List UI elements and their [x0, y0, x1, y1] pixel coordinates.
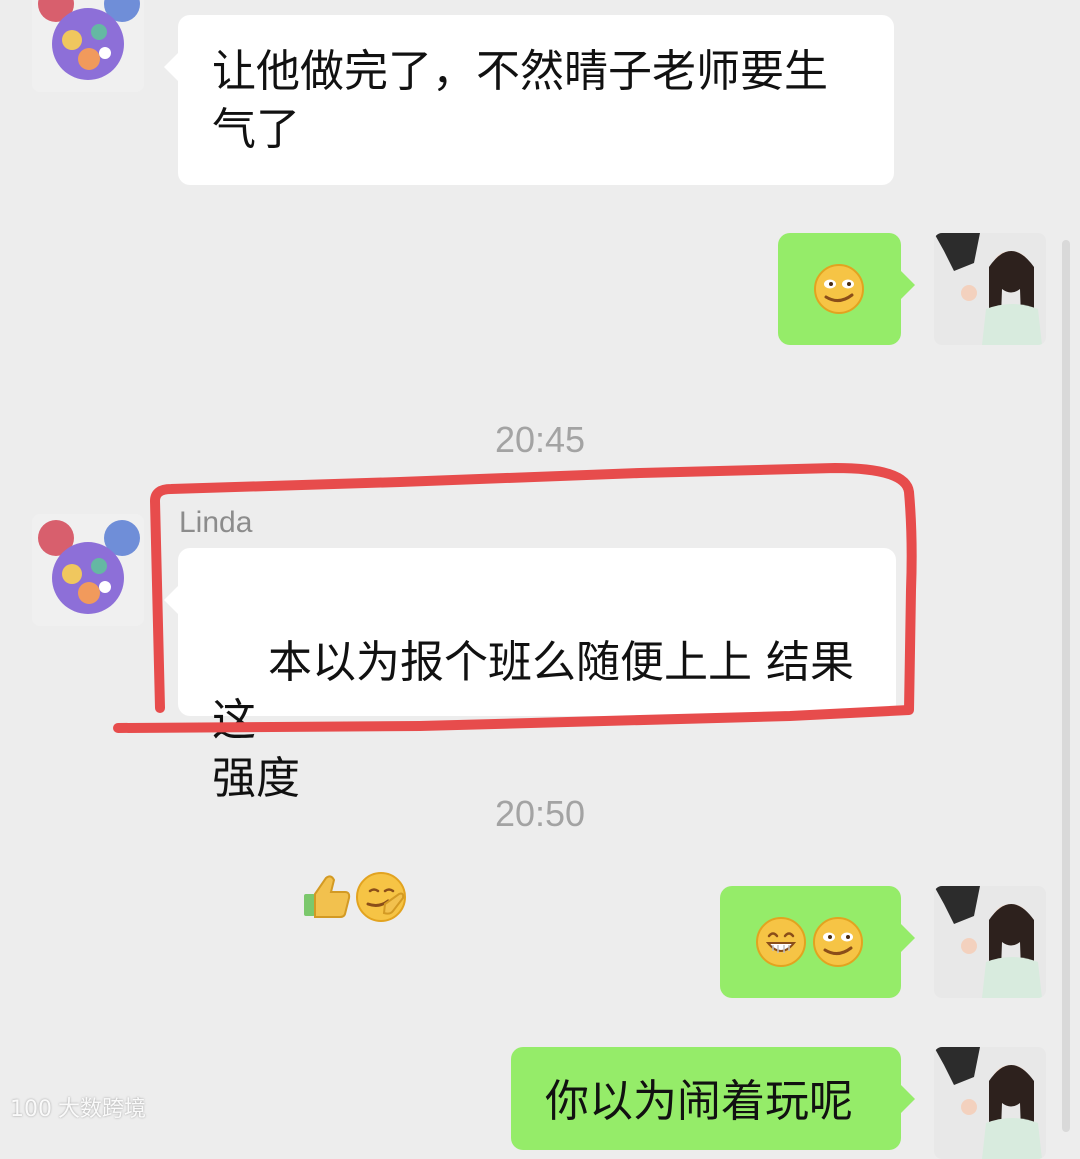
- scrollbar[interactable]: [1062, 240, 1070, 1132]
- message-bubble[interactable]: [720, 886, 915, 998]
- message-timestamp: 20:50: [494, 793, 586, 834]
- contact-avatar[interactable]: [32, 0, 144, 92]
- sender-name: Linda: [179, 506, 253, 539]
- message-bubble[interactable]: 让他做完了，不然晴子老师要生 气了: [164, 15, 894, 185]
- watermark: 100 大数跨境: [10, 1096, 146, 1124]
- watermark-logo: 100: [10, 1097, 52, 1122]
- message-text: 你以为闹着玩呢: [545, 1076, 853, 1127]
- message-text: 让他做完了，不然晴子老师要生 气了: [212, 46, 828, 155]
- my-avatar[interactable]: [934, 233, 1046, 345]
- my-avatar[interactable]: [934, 886, 1046, 998]
- message-bubble[interactable]: 本以为报个班么随便上上 结果这 强度: [164, 548, 896, 922]
- smirk-emoji: [811, 915, 865, 969]
- grin-emoji: [754, 915, 808, 969]
- watermark-text: 大数跨境: [58, 1097, 147, 1122]
- smirk-emoji: [812, 262, 866, 316]
- my-avatar[interactable]: [934, 1047, 1046, 1159]
- message-timestamp: 20:45: [494, 419, 586, 460]
- message-bubble[interactable]: [778, 233, 915, 345]
- message-bubble[interactable]: 你以为闹着玩呢: [511, 1047, 915, 1150]
- contact-avatar[interactable]: [32, 514, 144, 626]
